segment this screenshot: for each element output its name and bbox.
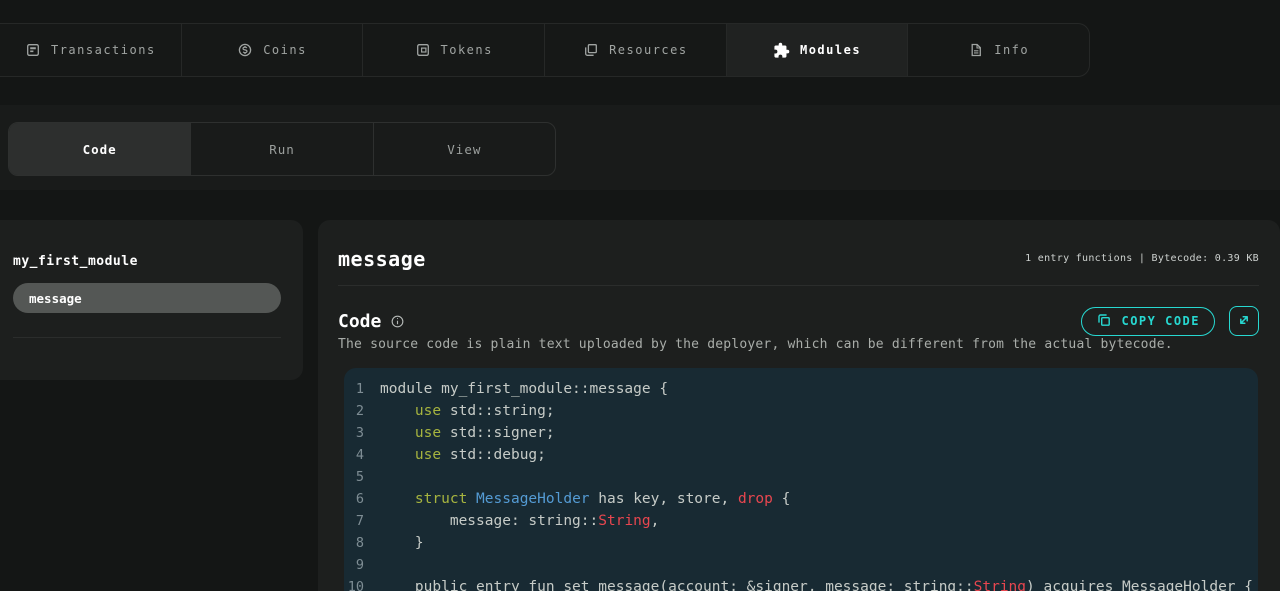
- code-actions: COPY CODE: [1081, 306, 1259, 336]
- module-explorer-page: Transactions Coins Tokens Resources Modules I…: [0, 0, 1280, 591]
- code-line: 7 message: string::String,: [344, 510, 1258, 532]
- module-tabs-band: Code Run View: [0, 105, 1280, 190]
- line-number: 3: [344, 422, 364, 444]
- line-content: struct MessageHolder has key, store, dro…: [380, 488, 790, 510]
- copy-code-button[interactable]: COPY CODE: [1081, 307, 1215, 336]
- line-content: public entry fun set_message(account: &s…: [380, 576, 1253, 591]
- code-line: 10 public entry fun set_message(account:…: [344, 576, 1258, 591]
- sub-tab-label: Run: [269, 142, 295, 157]
- line-number: 7: [344, 510, 364, 532]
- line-number: 9: [344, 554, 364, 576]
- code-line: 3 use std::signer;: [344, 422, 1258, 444]
- module-name: my_first_module: [13, 254, 138, 270]
- code-line: 6 struct MessageHolder has key, store, d…: [344, 488, 1258, 510]
- line-content: message: string::String,: [380, 510, 659, 532]
- line-number: 1: [344, 378, 364, 400]
- sub-tab-code[interactable]: Code: [9, 123, 191, 175]
- nav-tab-label: Info: [994, 43, 1029, 57]
- sub-tab-label: View: [447, 142, 481, 157]
- info-icon[interactable]: [390, 314, 405, 329]
- transactions-icon: [25, 42, 41, 58]
- nav-tab-coins[interactable]: Coins: [182, 24, 364, 76]
- sub-tab-view[interactable]: View: [374, 123, 555, 175]
- code-section-title: Code: [338, 311, 405, 332]
- nav-tab-label: Coins: [263, 43, 307, 57]
- section-description: The source code is plain text uploaded b…: [338, 337, 1173, 352]
- sub-tab-run[interactable]: Run: [191, 123, 373, 175]
- nav-tab-label: Tokens: [441, 43, 493, 57]
- tokens-icon: [415, 42, 431, 58]
- expand-code-button[interactable]: [1229, 306, 1259, 336]
- coins-icon: [237, 42, 253, 58]
- code-line: 1 module my_first_module::message {: [344, 378, 1258, 400]
- line-content: }: [380, 532, 424, 554]
- sidebar-item-label: message: [29, 291, 82, 306]
- line-content: use std::debug;: [380, 444, 546, 466]
- sidebar-item-message[interactable]: message: [13, 283, 281, 313]
- page-title: message: [338, 247, 426, 271]
- line-number: 8: [344, 532, 364, 554]
- copy-code-label: COPY CODE: [1121, 314, 1200, 328]
- line-number: 2: [344, 400, 364, 422]
- resources-icon: [583, 42, 599, 58]
- line-number: 5: [344, 466, 364, 488]
- line-content: use std::string;: [380, 400, 555, 422]
- expand-icon: [1236, 312, 1252, 331]
- module-tabs: Code Run View: [8, 122, 556, 176]
- line-number: 10: [344, 576, 364, 591]
- section-heading: Code: [338, 311, 381, 332]
- module-sidebar: my_first_module message: [0, 220, 303, 380]
- modules-icon: [773, 42, 790, 59]
- nav-tab-transactions[interactable]: Transactions: [0, 24, 182, 76]
- top-nav: Transactions Coins Tokens Resources Modules I…: [0, 23, 1090, 77]
- code-line: 9: [344, 554, 1258, 576]
- nav-tab-label: Resources: [609, 43, 688, 57]
- code-line: 4 use std::debug;: [344, 444, 1258, 466]
- sub-tab-label: Code: [83, 142, 117, 157]
- nav-tab-tokens[interactable]: Tokens: [363, 24, 545, 76]
- line-content: use std::signer;: [380, 422, 555, 444]
- source-code-viewer[interactable]: 1module my_first_module::message {2 use …: [344, 368, 1258, 591]
- line-number: 6: [344, 488, 364, 510]
- code-line: 8 }: [344, 532, 1258, 554]
- module-meta: 1 entry functions | Bytecode: 0.39 KB: [1025, 253, 1259, 264]
- module-list: message: [13, 283, 281, 313]
- line-number: 4: [344, 444, 364, 466]
- copy-icon: [1096, 312, 1112, 331]
- nav-tab-resources[interactable]: Resources: [545, 24, 727, 76]
- nav-tab-label: Transactions: [51, 43, 156, 57]
- code-line: 5: [344, 466, 1258, 488]
- code-line: 2 use std::string;: [344, 400, 1258, 422]
- info-icon: [968, 42, 984, 58]
- module-detail-card: message 1 entry functions | Bytecode: 0.…: [318, 220, 1280, 591]
- sidebar-divider: [13, 337, 281, 338]
- nav-tab-label: Modules: [800, 43, 861, 57]
- code-section-header: Code COPY CODE: [338, 306, 1259, 336]
- nav-tab-modules[interactable]: Modules: [727, 24, 909, 76]
- header-divider: [338, 285, 1259, 286]
- line-content: module my_first_module::message {: [380, 378, 668, 400]
- nav-tab-info[interactable]: Info: [908, 24, 1089, 76]
